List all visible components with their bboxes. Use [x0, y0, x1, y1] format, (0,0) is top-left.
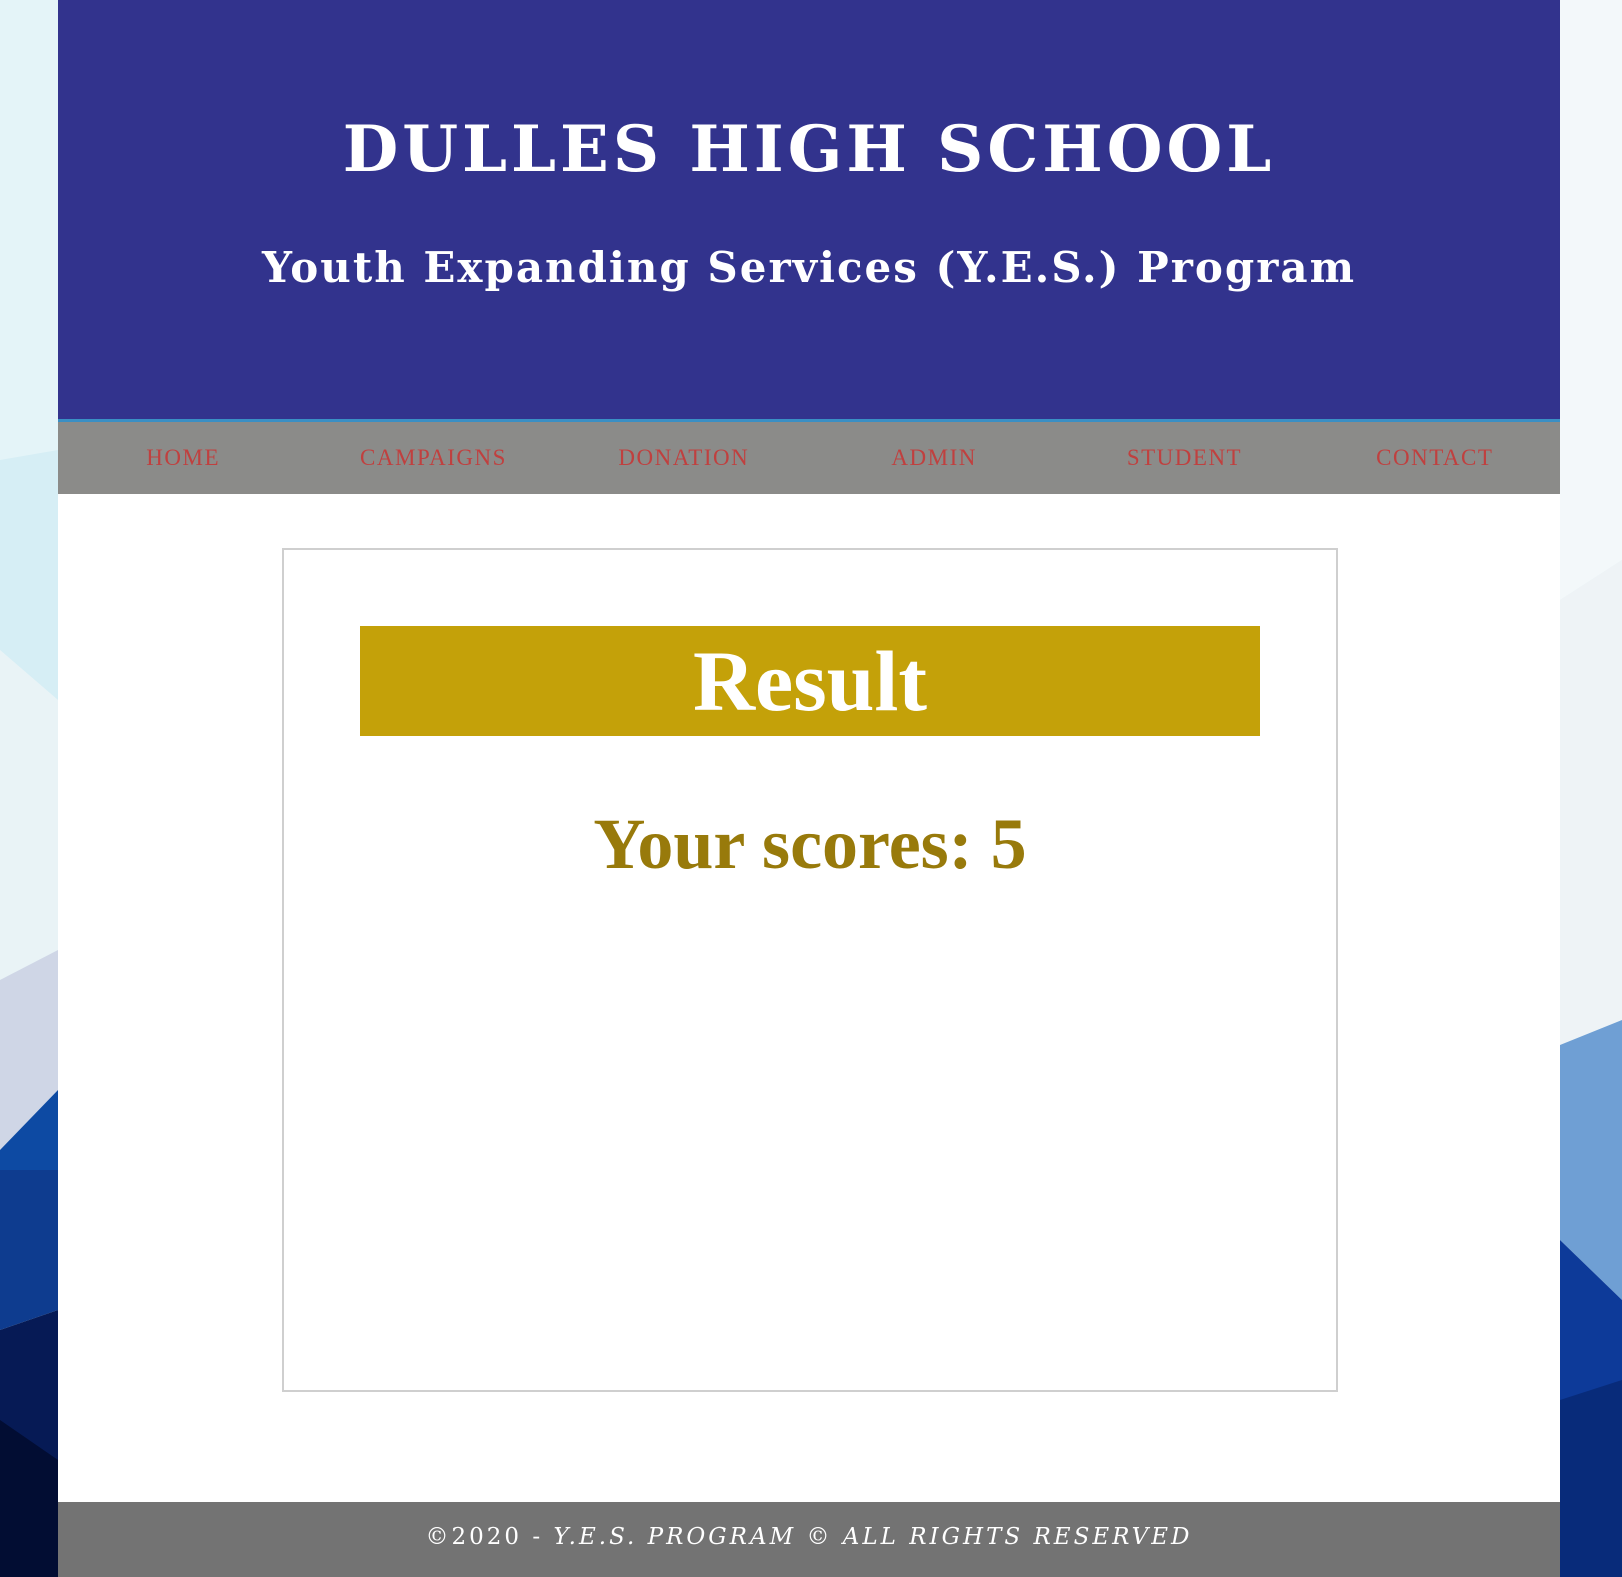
site-title: DULLES HIGH SCHOOL	[342, 112, 1276, 187]
nav-item-contact[interactable]: CONTACT	[1310, 445, 1560, 471]
nav-item-home[interactable]: HOME	[58, 445, 308, 471]
nav-item-campaigns[interactable]: CAMPAIGNS	[308, 445, 558, 471]
page-container: DULLES HIGH SCHOOL Youth Expanding Servi…	[58, 0, 1560, 1577]
main-nav: HOME CAMPAIGNS DONATION ADMIN STUDENT CO…	[58, 422, 1560, 494]
site-header: DULLES HIGH SCHOOL Youth Expanding Servi…	[58, 0, 1560, 422]
result-title: Result	[692, 633, 928, 729]
footer-year: ©2020 -	[425, 1524, 554, 1550]
result-card: Result Your scores: 5	[282, 548, 1338, 1392]
nav-item-student[interactable]: STUDENT	[1059, 445, 1309, 471]
footer-copyright: Y.E.S. PROGRAM © ALL RIGHTS RESERVED	[553, 1524, 1193, 1550]
site-footer: ©2020 - Y.E.S. PROGRAM © ALL RIGHTS RESE…	[58, 1502, 1560, 1577]
site-subtitle: Youth Expanding Services (Y.E.S.) Progra…	[261, 243, 1357, 292]
nav-item-donation[interactable]: DONATION	[559, 445, 809, 471]
nav-item-admin[interactable]: ADMIN	[809, 445, 1059, 471]
result-banner: Result	[360, 626, 1260, 736]
score-text: Your scores: 5	[593, 804, 1027, 884]
